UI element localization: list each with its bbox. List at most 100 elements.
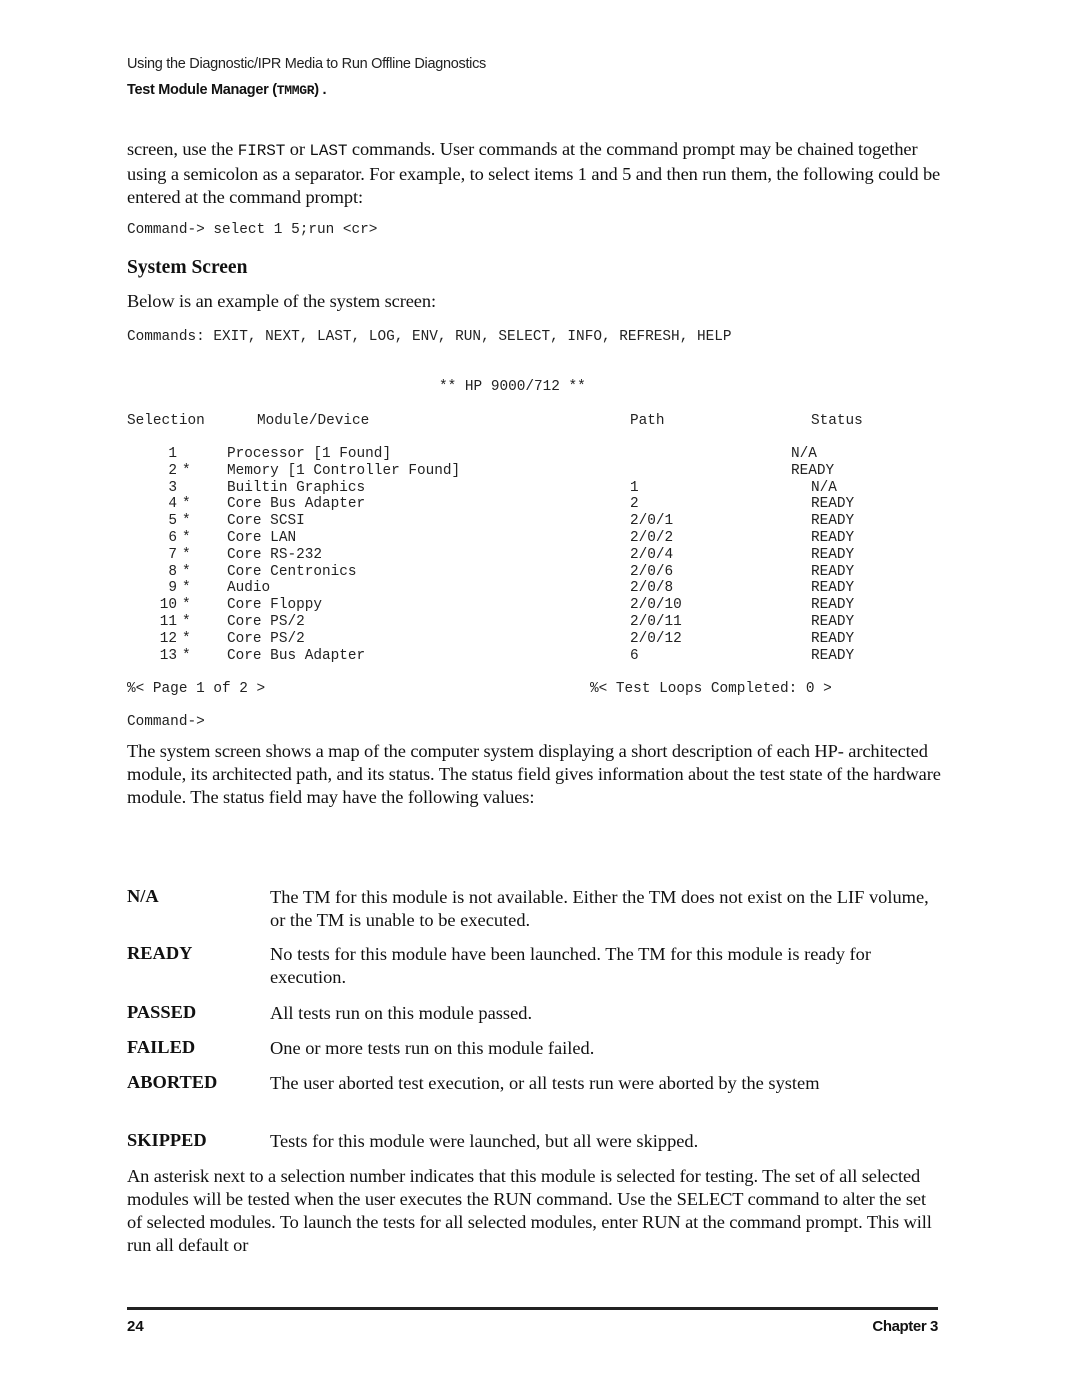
module-name: Processor [1 Found] [227, 446, 392, 462]
selected-marker: * [182, 563, 191, 580]
selection-number: 2 [168, 462, 177, 479]
col-status: Status [811, 413, 863, 429]
status-description: The user aborted test execution, or all … [270, 1073, 820, 1093]
selection-number: 1 [168, 446, 177, 462]
running-header-title: Using the Diagnostic/IPR Media to Run Of… [127, 56, 487, 72]
selection-number: 7 [168, 546, 177, 563]
status-term: READY [127, 943, 193, 963]
status-term: ABORTED [127, 1072, 218, 1092]
selection-number: 4 [168, 496, 177, 513]
running-header-section: Test Module Manager (TMMGR) . [127, 82, 327, 98]
section-lead: Below is an example of the system screen… [127, 291, 436, 311]
selection-number: 13 [159, 647, 177, 664]
module-name: Audio [227, 580, 271, 597]
command-example: Command-> select 1 5;run <cr> [127, 222, 378, 238]
status-description: No tests for this module have been launc… [270, 944, 871, 987]
selection-number: 8 [168, 563, 177, 580]
status-description: The TM for this module is not available.… [270, 887, 929, 930]
module-name: Builtin Graphics [227, 479, 366, 496]
section-prefix: Test Module Manager ( [127, 82, 277, 98]
selected-marker: * [182, 614, 191, 630]
module-status: READY [811, 580, 855, 597]
module-name: Core SCSI [227, 513, 305, 530]
module-path: 2/0/8 [630, 580, 674, 597]
status-term: N/A [127, 886, 159, 906]
module-name: Core Bus Adapter [227, 647, 366, 664]
module-path: 1 [630, 479, 639, 496]
status-term: FAILED [127, 1037, 196, 1057]
module-status: READY [811, 530, 855, 546]
module-name: Core Centronics [227, 563, 357, 580]
selected-marker: * [182, 580, 191, 597]
module-path: 2/0/10 [630, 597, 682, 614]
module-status: READY [811, 496, 855, 513]
section-title: System Screen [127, 257, 248, 278]
selection-number: 10 [159, 597, 177, 614]
table-header: Selection Module/Device Path Status [127, 413, 863, 430]
intro-paragraph: screen, use the FIRST or LAST commands. … [127, 138, 942, 209]
module-name: Core PS/2 [227, 614, 305, 630]
module-status: READY [811, 513, 855, 530]
selection-number: 11 [159, 614, 177, 630]
first-command: FIRST [237, 142, 286, 160]
module-path: 2/0/2 [630, 530, 674, 546]
module-status: READY [811, 546, 855, 563]
asterisk-paragraph: An asterisk next to a selection number i… [127, 1166, 932, 1255]
selected-marker: * [182, 462, 191, 479]
page-number: 24 [127, 1318, 144, 1335]
module-status: READY [791, 462, 835, 479]
col-module: Module/Device [257, 413, 370, 429]
status-term: SKIPPED [127, 1130, 207, 1150]
system-screen-description: The system screen shows a map of the com… [127, 741, 941, 807]
chapter-label: Chapter 3 [872, 1318, 938, 1335]
module-path: 2/0/12 [630, 630, 682, 647]
module-path: 2/0/4 [630, 546, 674, 563]
intro-text-a: screen, use the [127, 139, 238, 159]
last-command: LAST [309, 142, 348, 160]
module-path: 2/0/11 [630, 614, 682, 630]
selected-marker: * [182, 513, 191, 530]
module-path: 6 [630, 647, 639, 664]
selection-number: 5 [168, 513, 177, 530]
loops-indicator: %< Test Loops Completed: 0 > [590, 681, 832, 697]
selected-marker: * [182, 647, 191, 664]
selection-number: 6 [168, 530, 177, 546]
commands-line: Commands: EXIT, NEXT, LAST, LOG, ENV, RU… [127, 329, 732, 345]
section-suffix: ) . [314, 82, 327, 98]
command-prompt: Command-> [127, 714, 205, 730]
module-name: Core LAN [227, 530, 297, 546]
module-status: READY [811, 647, 855, 664]
intro-text-b: or [285, 139, 310, 159]
module-name: Core Floppy [227, 597, 322, 614]
module-name: Core Bus Adapter [227, 496, 366, 513]
selected-marker: * [182, 630, 191, 647]
col-selection: Selection [127, 413, 205, 429]
module-name: Core RS-232 [227, 546, 322, 563]
status-term: PASSED [127, 1002, 197, 1022]
system-title: ** HP 9000/712 ** [439, 379, 586, 395]
module-status: N/A [791, 446, 817, 462]
section-code: TMMGR [276, 83, 315, 98]
module-status: READY [811, 597, 855, 614]
footer-rule [127, 1307, 938, 1310]
selection-number: 12 [159, 630, 177, 647]
module-path: 2 [630, 496, 639, 513]
module-status: READY [811, 630, 855, 647]
page-indicator: %< Page 1 of 2 > [127, 681, 266, 697]
module-path: 2/0/1 [630, 513, 674, 530]
selection-number: 9 [168, 580, 177, 597]
module-status: N/A [811, 479, 837, 496]
module-path: 2/0/6 [630, 563, 674, 580]
status-description: Tests for this module were launched, but… [270, 1131, 699, 1151]
col-path: Path [630, 413, 665, 429]
selected-marker: * [182, 496, 191, 513]
selected-marker: * [182, 597, 191, 614]
module-status: READY [811, 614, 855, 630]
status-description: One or more tests run on this module fai… [270, 1038, 595, 1058]
status-description: All tests run on this module passed. [270, 1003, 533, 1023]
selected-marker: * [182, 530, 191, 546]
module-name: Core PS/2 [227, 630, 305, 647]
module-status: READY [811, 563, 855, 580]
selected-marker: * [182, 546, 191, 563]
module-name: Memory [1 Controller Found] [227, 462, 461, 479]
